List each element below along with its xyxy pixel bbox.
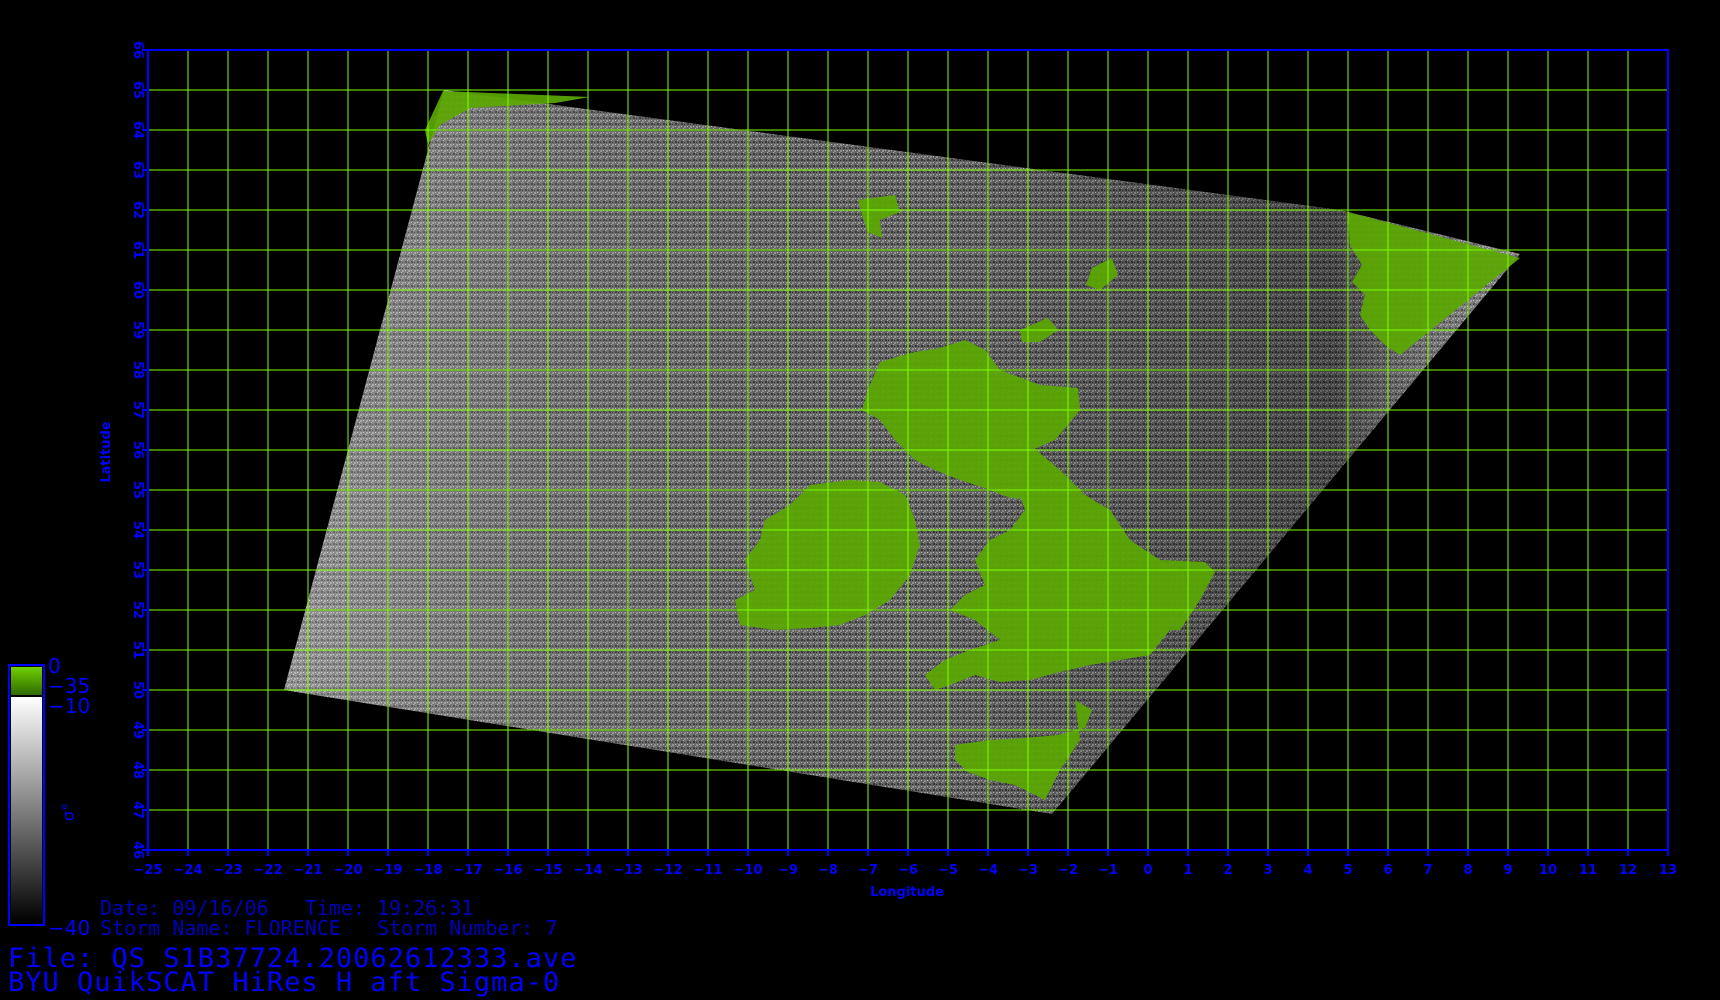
map-figure: −25 −24 −23 −22 −21 −20 −19 −18 −17 −16 −15 −14 −13−… <box>8 41 1677 940</box>
lon-tick-label: −16 <box>494 863 523 878</box>
lat-tick-label: 64 <box>130 121 145 139</box>
lat-tick-label: 46 <box>130 841 145 859</box>
colorbar-label-minus10: −10 <box>48 694 90 718</box>
lon-tick-label: −6 <box>898 863 918 878</box>
lon-tick-label: −4 <box>978 863 998 878</box>
lon-tick-label: 11 <box>1579 863 1597 878</box>
lon-tick-label: −23 <box>214 863 243 878</box>
lon-tick-label: −13 <box>614 863 643 878</box>
lon-tick-label: −24 <box>174 863 203 878</box>
lat-lon-grid <box>148 50 1668 850</box>
colorbar: 0 −35 −10 −40 σ° <box>8 654 90 940</box>
lat-tick-label: 52 <box>130 601 145 619</box>
lon-tick-label: −17 <box>454 863 483 878</box>
lon-tick-label: 13 <box>1659 863 1677 878</box>
lon-tick-label: −19 <box>374 863 403 878</box>
date-time-info: Date: 09/16/06 Time: 19:26:31 <box>100 896 474 920</box>
swath-shading <box>284 90 1520 814</box>
lon-tick-label: 7 <box>1423 863 1432 878</box>
lon-tick-label: 5 <box>1343 863 1352 878</box>
lon-tick-label: −21 <box>294 863 323 878</box>
lon-tick-label: 3 <box>1263 863 1272 878</box>
lon-tick-label: −22 <box>254 863 283 878</box>
lat-tick-label: 60 <box>130 281 145 299</box>
lat-tick-label: 65 <box>130 81 145 99</box>
lon-tick-label: −20 <box>334 863 363 878</box>
lon-tick-label: 6 <box>1383 863 1392 878</box>
lon-tick-label: 8 <box>1463 863 1472 878</box>
lat-tick-label: 51 <box>130 641 145 659</box>
lon-tick-label: −5 <box>938 863 958 878</box>
lon-tick-label: 2 <box>1223 863 1232 878</box>
lat-tick-label: 56 <box>130 441 145 459</box>
lon-tick-label: −9 <box>778 863 798 878</box>
lon-tick-label: −12 <box>654 863 683 878</box>
lon-tick-label: −18 <box>414 863 443 878</box>
lon-tick-label: −8 <box>818 863 838 878</box>
lon-tick-label: −7 <box>858 863 878 878</box>
lon-tick-label: 4 <box>1303 863 1312 878</box>
latitude-tick-labels: 46 47 48 49 50 51 52 53 54 55 56 57 58 59 60 61 62 63 64 65… <box>130 41 148 859</box>
lat-tick-label: 54 <box>130 521 145 539</box>
lon-tick-label: −14 <box>574 863 603 878</box>
lat-tick-label: 55 <box>130 481 145 499</box>
lon-tick-label: 0 <box>1143 863 1152 878</box>
x-axis-label: Longitude <box>870 885 944 900</box>
storm-info: Storm Name: FLORENCE Storm Number: 7 <box>100 916 558 940</box>
lat-tick-label: 49 <box>130 721 145 739</box>
lon-tick-label: −10 <box>734 863 763 878</box>
lon-tick-label: 1 <box>1183 863 1192 878</box>
lat-tick-label: 47 <box>130 801 145 819</box>
lon-tick-label: 9 <box>1503 863 1512 878</box>
lat-tick-label: 58 <box>130 361 145 379</box>
colorbar-symbol: σ° <box>59 803 78 821</box>
main-title: BYU QuikSCAT HiRes H aft Sigma-0 <box>8 967 561 998</box>
lat-tick-label: 62 <box>130 201 145 219</box>
lat-tick-label: 57 <box>130 401 145 419</box>
colorbar-label-minus40: −40 <box>48 916 90 940</box>
lon-tick-label: −15 <box>534 863 563 878</box>
lat-tick-label: 59 <box>130 321 145 339</box>
lon-tick-label: 12 <box>1619 863 1637 878</box>
colorbar-ocean-segment <box>11 697 42 923</box>
lon-tick-label: −25 <box>134 863 163 878</box>
lon-tick-label: −3 <box>1018 863 1038 878</box>
y-axis-label: Latitude <box>99 421 114 483</box>
lat-tick-label: 50 <box>130 681 145 699</box>
lon-tick-label: 10 <box>1539 863 1557 878</box>
lon-tick-label: −11 <box>694 863 723 878</box>
lat-tick-label: 63 <box>130 161 145 179</box>
lat-tick-label: 61 <box>130 241 145 259</box>
lon-tick-label: −2 <box>1058 863 1078 878</box>
swath-layer <box>284 90 1520 814</box>
lat-tick-label: 48 <box>130 761 145 779</box>
longitude-tick-labels: −25 −24 −23 −22 −21 −20 −19 −18 −17 −16 −15 −14 −13−… <box>134 850 1677 878</box>
lat-tick-label: 66 <box>130 41 145 59</box>
lat-tick-label: 53 <box>130 561 145 579</box>
colorbar-land-segment <box>11 667 42 695</box>
lon-tick-label: −1 <box>1098 863 1118 878</box>
